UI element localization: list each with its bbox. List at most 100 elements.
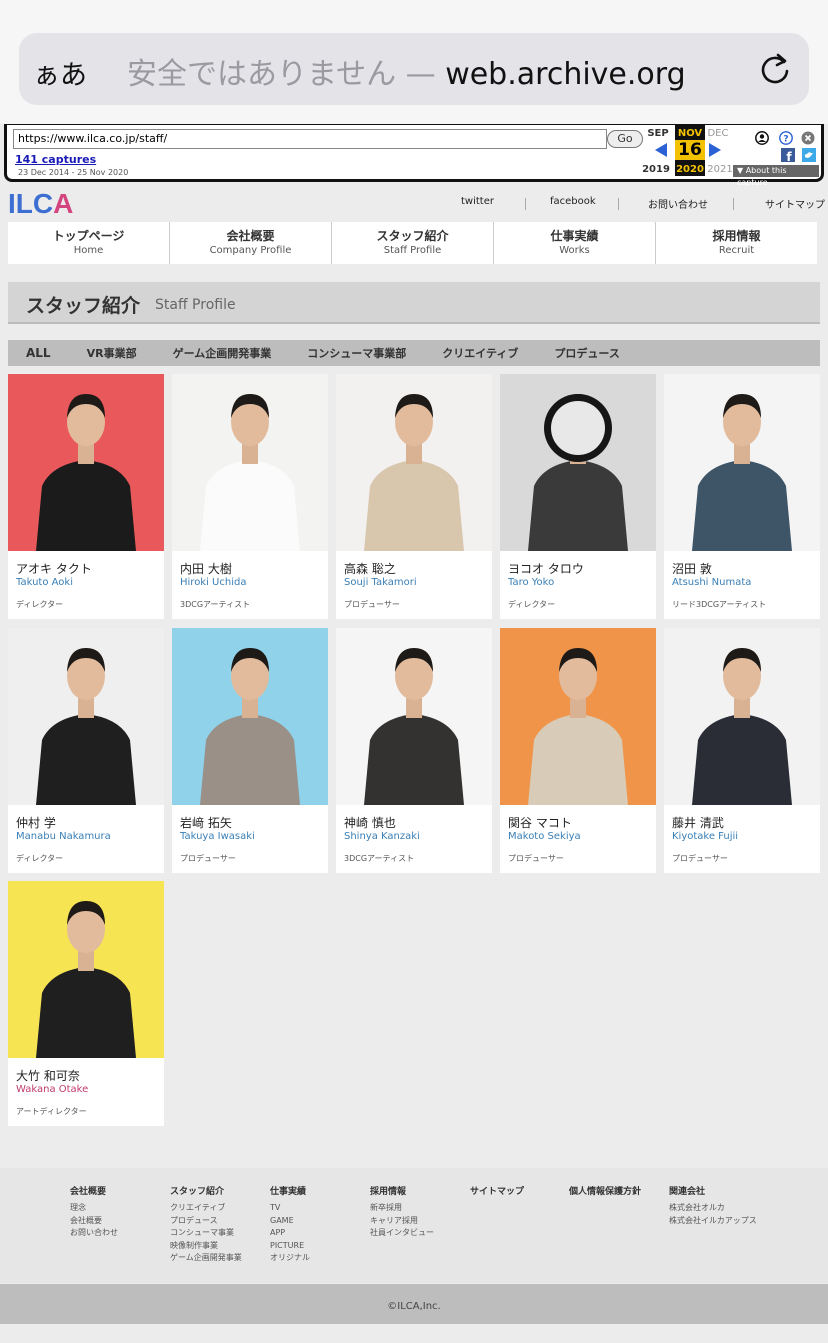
footer-link[interactable]: GAME	[270, 1215, 310, 1228]
footer-link[interactable]: お問い合わせ	[70, 1227, 118, 1240]
prev-capture-arrow-icon[interactable]	[655, 143, 667, 157]
footer-link[interactable]: 理念	[70, 1202, 118, 1215]
current-month-label: NOV	[677, 128, 703, 139]
account-icon[interactable]	[755, 131, 769, 145]
facebook-link[interactable]: facebook	[550, 196, 596, 207]
next-year-label[interactable]: 2021	[705, 164, 735, 175]
footer-link[interactable]: 新卒採用	[370, 1202, 434, 1215]
person-body	[36, 967, 136, 1058]
footer-link[interactable]: ゲーム企画開発事業	[170, 1252, 242, 1265]
divider	[618, 198, 619, 210]
person-figure	[36, 901, 136, 1058]
staff-name-jp: 仲村 学	[16, 816, 56, 830]
staff-name-en: Kiyotake Fujii	[672, 831, 739, 842]
footer-heading[interactable]: 個人情報保護方針	[569, 1184, 641, 1197]
filter-consumer[interactable]: コンシューマ事業部	[307, 345, 406, 361]
staff-photo	[336, 628, 492, 805]
filter-creative[interactable]: クリエイティブ	[442, 345, 518, 361]
footer-link[interactable]: プロデュース	[170, 1215, 242, 1228]
nav-label-en: Home	[73, 245, 104, 256]
staff-card[interactable]: 高森 聡之 Souji Takamori プロデューサー	[336, 374, 492, 619]
page-title-jp: スタッフ紹介	[26, 295, 141, 317]
person-body	[36, 714, 136, 805]
prev-year-label[interactable]: 2019	[641, 164, 671, 175]
footer-link[interactable]: キャリア採用	[370, 1215, 434, 1228]
twitter-share-icon[interactable]	[802, 148, 816, 162]
text-size-button[interactable]: ぁあ	[33, 53, 87, 92]
wayback-go-button[interactable]: Go	[607, 130, 643, 148]
staff-photo	[336, 374, 492, 551]
staff-card[interactable]: 大竹 和可奈 Wakana Otake アートディレクター	[8, 881, 164, 1126]
logo-letter: C	[32, 188, 54, 219]
nav-staff[interactable]: スタッフ紹介 Staff Profile	[332, 222, 494, 264]
footer-link[interactable]: 会社概要	[70, 1215, 118, 1228]
next-capture-arrow-icon[interactable]	[709, 143, 721, 157]
footer-heading[interactable]: スタッフ紹介	[170, 1184, 242, 1197]
filter-all[interactable]: ALL	[26, 346, 51, 360]
contact-link[interactable]: お問い合わせ	[648, 196, 708, 211]
nav-label-jp: スタッフ紹介	[376, 229, 449, 243]
ilca-logo[interactable]: ILCA	[8, 188, 73, 220]
wayback-url-input[interactable]: https://www.ilca.co.jp/staff/	[13, 129, 607, 149]
staff-photo	[8, 881, 164, 1058]
staff-card[interactable]: 沼田 敦 Atsushi Numata リード3DCGアーティスト	[664, 374, 820, 619]
footer-heading[interactable]: 関連会社	[669, 1184, 757, 1197]
address-text[interactable]: 安全ではありません — web.archive.org	[127, 49, 686, 93]
staff-card[interactable]: アオキ タクト Takuto Aoki ディレクター	[8, 374, 164, 619]
staff-card[interactable]: 神崎 慎也 Shinya Kanzaki 3DCGアーティスト	[336, 628, 492, 873]
filter-game[interactable]: ゲーム企画開発事業	[173, 345, 272, 361]
footer-link[interactable]: PICTURE	[270, 1240, 310, 1253]
staff-photo	[172, 628, 328, 805]
help-icon[interactable]: ?	[779, 131, 793, 145]
person-neck	[78, 698, 94, 718]
staff-card[interactable]: 藤井 清武 Kiyotake Fujii プロデューサー	[664, 628, 820, 873]
staff-card[interactable]: 仲村 学 Manabu Nakamura ディレクター	[8, 628, 164, 873]
nav-works[interactable]: 仕事実績 Works	[494, 222, 656, 264]
footer-heading[interactable]: 仕事実績	[270, 1184, 310, 1197]
next-month-label[interactable]: DEC	[705, 128, 731, 139]
reload-icon[interactable]	[757, 51, 793, 87]
footer-link[interactable]: TV	[270, 1202, 310, 1215]
sitemap-link[interactable]: サイトマップ	[765, 196, 825, 211]
staff-card[interactable]: 内田 大樹 Hiroki Uchida 3DCGアーティスト	[172, 374, 328, 619]
svg-text:f: f	[786, 150, 792, 162]
page-title-en: Staff Profile	[155, 297, 236, 313]
staff-role: 3DCGアーティスト	[344, 854, 415, 863]
person-neck	[734, 444, 750, 464]
close-icon[interactable]	[801, 131, 815, 145]
staff-card[interactable]: ヨコオ タロウ Taro Yoko ディレクター	[500, 374, 656, 619]
staff-card[interactable]: 岩﨑 拓矢 Takuya Iwasaki プロデューサー	[172, 628, 328, 873]
address-bar[interactable]: ぁあ 安全ではありません — web.archive.org	[19, 33, 809, 105]
staff-card[interactable]: 関谷 マコト Makoto Sekiya プロデューサー	[500, 628, 656, 873]
footer-link[interactable]: コンシューマ事業	[170, 1227, 242, 1240]
nav-company[interactable]: 会社概要 Company Profile	[170, 222, 332, 264]
footer-heading[interactable]: サイトマップ	[470, 1184, 524, 1197]
footer-link[interactable]: 株式会社イルカアップス	[669, 1215, 757, 1228]
facebook-share-icon[interactable]: f	[781, 148, 795, 162]
filter-produce[interactable]: プロデュース	[554, 345, 619, 361]
staff-name-jp: 藤井 清武	[672, 816, 724, 830]
about-capture-button[interactable]: ▼ About this capture	[733, 165, 819, 187]
nav-home[interactable]: トップページ Home	[8, 222, 170, 264]
captures-link[interactable]: 141 captures	[15, 153, 96, 166]
staff-name-jp: 高森 聡之	[344, 562, 396, 576]
staff-role: プロデューサー	[672, 854, 728, 863]
site-footer: 会社概要 理念 会社概要 お問い合わせ スタッフ紹介 クリエイティブ プロデュー…	[0, 1168, 828, 1283]
prev-month-label[interactable]: SEP	[645, 128, 671, 139]
footer-heading[interactable]: 会社概要	[70, 1184, 118, 1197]
nav-recruit[interactable]: 採用情報 Recruit	[656, 222, 817, 264]
footer-link[interactable]: 株式会社オルカ	[669, 1202, 757, 1215]
footer-link[interactable]: APP	[270, 1227, 310, 1240]
person-figure	[528, 394, 628, 551]
footer-link[interactable]: クリエイティブ	[170, 1202, 242, 1215]
footer-link[interactable]: 社員インタビュー	[370, 1227, 434, 1240]
person-body	[528, 714, 628, 805]
footer-heading[interactable]: 採用情報	[370, 1184, 434, 1197]
logo-letter: A	[53, 188, 74, 219]
person-figure	[692, 394, 792, 551]
person-figure	[364, 394, 464, 551]
footer-link[interactable]: 映像制作事業	[170, 1240, 242, 1253]
filter-vr[interactable]: VR事業部	[87, 345, 137, 361]
footer-link[interactable]: オリジナル	[270, 1252, 310, 1265]
twitter-link[interactable]: twitter	[461, 196, 494, 207]
